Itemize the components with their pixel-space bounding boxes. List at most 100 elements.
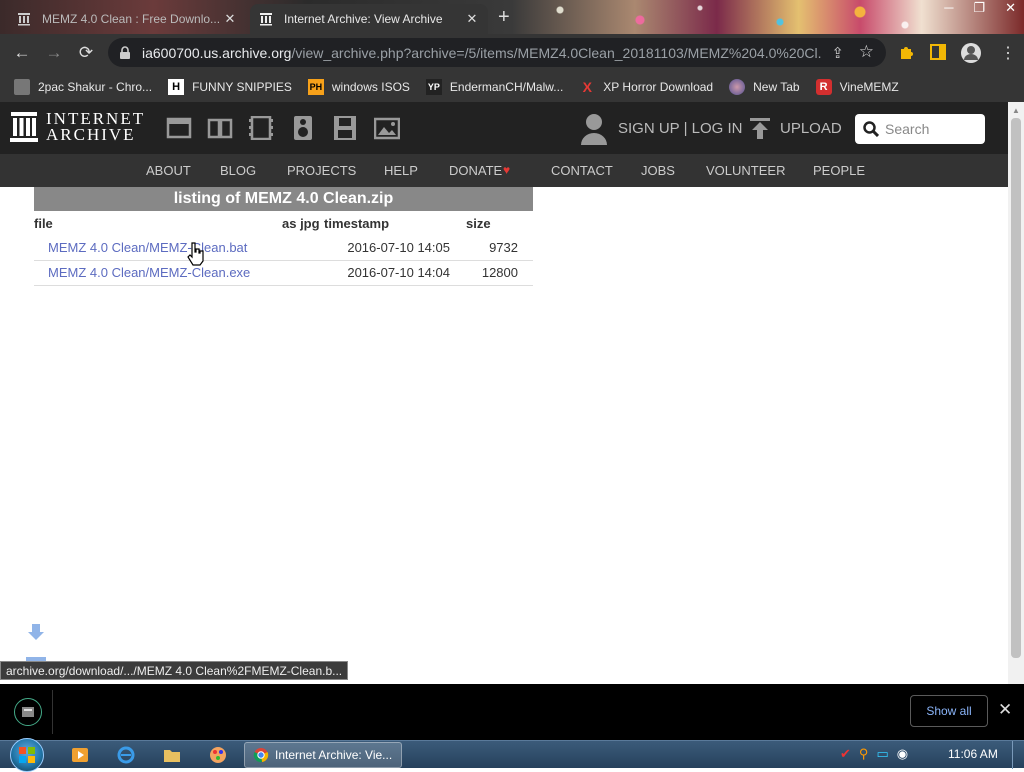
browser-window: MEMZ 4.0 Clean : Free Downlo... ✕ Intern… — [0, 0, 1024, 740]
size-cell: 12800 — [466, 260, 533, 286]
bookmark-xp-horror[interactable]: X XP Horror Download — [579, 78, 714, 95]
address-bar[interactable]: ia600700.us.archive.org/view_archive.php… — [108, 38, 886, 67]
listing-title: listing of MEMZ 4.0 Clean.zip — [34, 187, 533, 211]
tray-flag-icon[interactable]: ✔ — [840, 746, 851, 762]
side-panel-icon[interactable] — [930, 44, 946, 60]
scroll-up-icon[interactable]: ▲ — [1012, 106, 1020, 115]
web-icon[interactable] — [166, 116, 192, 140]
tab-close-icon[interactable]: ✕ — [464, 11, 480, 27]
size-cell: 9732 — [466, 235, 533, 261]
bookmark-endermanch[interactable]: YP EndermanCH/Malw... — [425, 78, 564, 95]
file-explorer-icon[interactable] — [162, 745, 182, 765]
as-jpg-cell — [282, 235, 324, 261]
download-arrow-icon — [26, 624, 46, 661]
heart-icon: ♥ — [503, 163, 511, 177]
status-bar-url: archive.org/download/.../MEMZ 4.0 Clean%… — [0, 661, 349, 680]
page-scrollbar[interactable]: ▲ — [1008, 102, 1024, 684]
start-button[interactable] — [10, 738, 44, 772]
file-link[interactable]: MEMZ 4.0 Clean/MEMZ-Clean.exe — [48, 265, 250, 280]
as-jpg-cell — [282, 260, 324, 286]
show-all-button[interactable]: Show all — [910, 695, 988, 727]
profile-avatar-icon[interactable] — [960, 42, 982, 64]
lock-icon — [120, 45, 130, 59]
table-row: MEMZ 4.0 Clean/MEMZ-Clean.bat 2016-07-10… — [34, 235, 533, 261]
download-item[interactable] — [14, 698, 42, 726]
ia-search-box[interactable] — [855, 114, 985, 144]
timestamp-cell: 2016-07-10 14:04 — [324, 260, 466, 286]
nav-blog[interactable]: BLOG — [220, 163, 256, 178]
download-shelf: Show all ✕ — [0, 684, 1024, 740]
archive-favicon-icon — [16, 11, 32, 27]
bookmark-new-tab[interactable]: New Tab — [729, 78, 800, 95]
restore-icon[interactable]: ❐ — [973, 0, 985, 16]
column-header-timestamp: timestamp — [324, 215, 390, 231]
kebab-menu-icon[interactable]: ⋮ — [1000, 43, 1016, 63]
file-link[interactable]: MEMZ 4.0 Clean/MEMZ-Clean.bat — [48, 240, 247, 255]
sign-up-log-in-link[interactable]: SIGN UP | LOG IN — [618, 120, 742, 137]
bookmark-windows-isos[interactable]: PH windows ISOS — [307, 78, 410, 95]
texts-book-icon[interactable] — [207, 116, 233, 140]
x-favicon-icon: X — [582, 78, 592, 95]
media-player-icon[interactable] — [70, 745, 90, 765]
bookmark-funny-snippies[interactable]: H FUNNY SNIPPIES — [168, 78, 292, 95]
url-text: ia600700.us.archive.org/view_archive.php… — [142, 44, 822, 61]
tab-title: Internet Archive: View Archive — [284, 12, 443, 26]
close-icon[interactable]: ✕ — [998, 700, 1012, 720]
images-photo-icon[interactable] — [374, 116, 400, 140]
nav-volunteer[interactable]: VOLUNTEER — [706, 163, 785, 178]
logo-text: INTERNET ARCHIVE — [46, 110, 145, 143]
hand-cursor-icon — [187, 242, 204, 266]
r-favicon-icon: R — [815, 78, 832, 95]
minimize-icon[interactable]: ─ — [944, 0, 953, 16]
windows-taskbar: Internet Archive: Vie... ✔ ⚲ ▭ ◉ 11:06 A… — [0, 738, 1024, 772]
nav-projects[interactable]: PROJECTS — [287, 163, 356, 178]
bookmark-label: 2pac Shakur - Chro... — [38, 79, 153, 94]
window-controls: ─ ❐ ✕ — [944, 0, 1016, 16]
nav-contact[interactable]: CONTACT — [551, 163, 613, 178]
search-icon — [863, 121, 879, 137]
timestamp-cell: 2016-07-10 14:05 — [324, 235, 466, 261]
bookmarks-bar: 2pac Shakur - Chro... H FUNNY SNIPPIES P… — [0, 71, 1024, 102]
upload-arrow-icon[interactable] — [750, 118, 770, 140]
bookmark-label: EndermanCH/Malw... — [449, 79, 564, 94]
browser-toolbar: ← → ⟳ ia600700.us.archive.org/view_archi… — [0, 34, 1024, 71]
nav-jobs[interactable]: JOBS — [641, 163, 675, 178]
audio-speaker-icon[interactable] — [290, 116, 316, 140]
bookmark-2pac[interactable]: 2pac Shakur - Chro... — [14, 78, 153, 95]
reload-icon[interactable]: ⟳ — [70, 37, 102, 69]
bookmark-vinememz[interactable]: R VineMEMZ — [815, 78, 899, 95]
share-icon[interactable]: ⇪ — [831, 44, 844, 62]
tray-volume-icon[interactable]: ◉ — [897, 746, 908, 762]
extensions-puzzle-icon[interactable] — [898, 43, 916, 61]
bookmark-label: New Tab — [753, 79, 800, 94]
tray-search-icon[interactable]: ⚲ — [859, 746, 869, 762]
search-input[interactable] — [883, 120, 983, 138]
table-header-row: file as jpg timestamp size — [34, 211, 533, 235]
tab-close-icon[interactable]: ✕ — [222, 11, 238, 27]
taskbar-clock[interactable]: 11:06 AM — [948, 747, 998, 761]
bookmark-star-icon[interactable]: ☆ — [859, 42, 874, 62]
tab-internet-archive[interactable]: Internet Archive: View Archive ✕ — [250, 4, 488, 34]
tab-strip: MEMZ 4.0 Clean : Free Downlo... ✕ Intern… — [0, 0, 1024, 34]
paint-icon[interactable] — [208, 745, 228, 765]
nav-help[interactable]: HELP — [384, 163, 418, 178]
user-silhouette-icon[interactable] — [580, 112, 608, 146]
scrollbar-thumb[interactable] — [1011, 118, 1021, 658]
software-floppy-icon[interactable] — [332, 116, 358, 140]
upload-link[interactable]: UPLOAD — [780, 120, 842, 137]
window-close-icon[interactable]: ✕ — [1005, 0, 1016, 16]
tab-title: MEMZ 4.0 Clean : Free Downlo... — [42, 12, 221, 26]
nav-donate[interactable]: DONATE — [449, 163, 502, 178]
new-tab-icon[interactable]: + — [498, 6, 510, 29]
nav-about[interactable]: ABOUT — [146, 163, 191, 178]
tray-monitor-icon[interactable]: ▭ — [876, 746, 888, 762]
taskbar-chrome-window[interactable]: Internet Archive: Vie... — [244, 742, 402, 768]
show-desktop-button[interactable] — [1012, 741, 1024, 769]
internet-archive-logo[interactable]: INTERNET ARCHIVE — [10, 110, 145, 143]
back-arrow-icon[interactable]: ← — [6, 37, 38, 69]
tab-memz-download[interactable]: MEMZ 4.0 Clean : Free Downlo... ✕ — [8, 4, 246, 34]
video-film-icon[interactable] — [248, 116, 274, 140]
internet-explorer-icon[interactable] — [116, 745, 136, 765]
nav-people[interactable]: PEOPLE — [813, 163, 865, 178]
forward-arrow-icon[interactable]: → — [38, 37, 70, 69]
